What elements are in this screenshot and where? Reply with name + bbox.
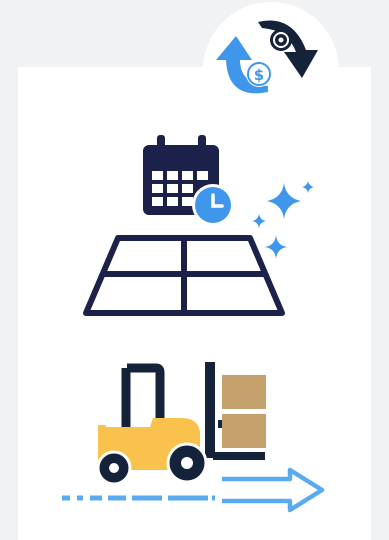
illustration: $ [62,20,325,513]
calendar-clock-icon [143,135,234,226]
svg-text:$: $ [254,66,264,84]
clock-icon [192,184,234,226]
crate-icon [222,375,266,448]
dollar-coin-icon: $ [246,61,272,87]
wheel-icon [166,442,208,484]
floor-grid-icon [83,235,285,316]
wheel-icon [96,450,132,486]
cost-cycle-icon: $ [216,20,318,94]
sparkle-icon [252,181,314,259]
gear-icon [270,29,292,51]
